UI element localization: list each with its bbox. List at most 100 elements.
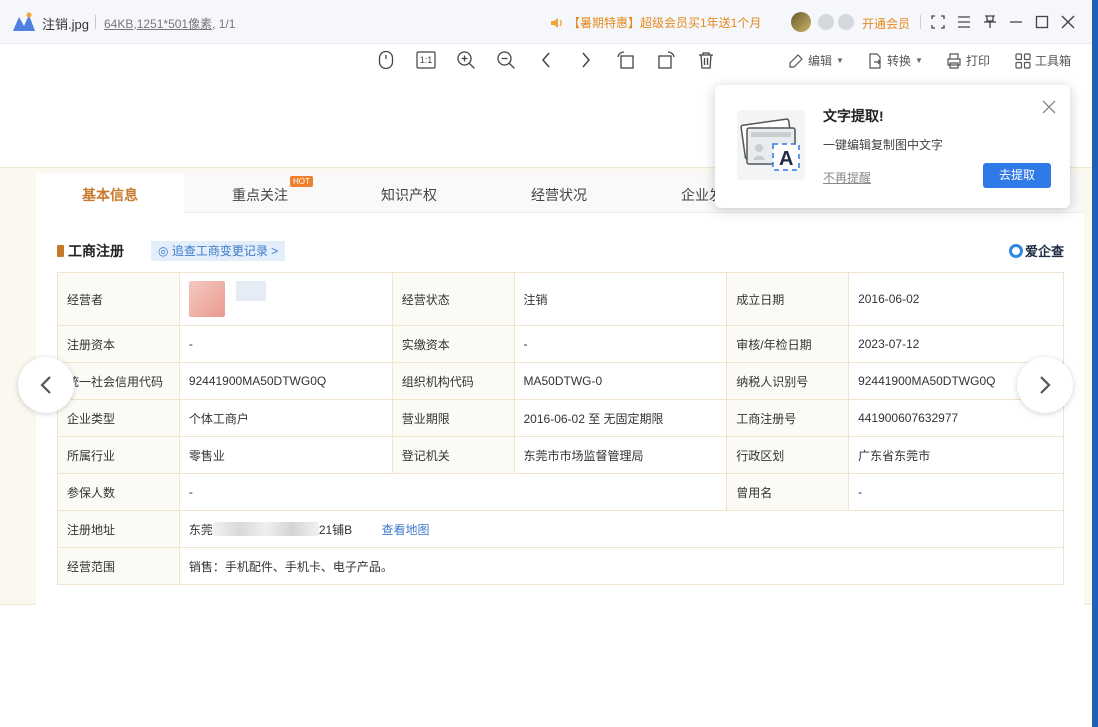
founded-value: 2016-06-02 (848, 272, 1064, 326)
popup-close-icon[interactable] (1042, 100, 1056, 114)
chevron-down-icon: ▼ (836, 56, 844, 65)
scope-value: 销售：手机配件、手机卡、电子产品。 (178, 547, 1065, 585)
pin-icon[interactable] (980, 12, 1000, 32)
file-name: 注销.jpg (42, 17, 89, 32)
redacted-avatar (188, 281, 225, 317)
file-size[interactable]: 64KB (104, 17, 133, 31)
term-label: 营业期限 (391, 399, 515, 437)
app-logo-icon (13, 12, 35, 31)
taxpayer-label: 纳税人识别号 (726, 362, 850, 400)
region-label: 行政区划 (726, 436, 850, 474)
founded-label: 成立日期 (726, 272, 850, 326)
delete-icon[interactable] (694, 48, 718, 72)
section-marker (57, 245, 64, 257)
reg-no-label: 工商注册号 (726, 399, 850, 437)
industry-value: 零售业 (178, 436, 393, 474)
company-info-panel: 基本信息 重点关注 HOT 知识产权 经营状况 企业发 工商注册 ◎ 追查工商变… (36, 173, 1084, 606)
operator-label: 经营者 (57, 272, 180, 326)
tab-key-attention[interactable]: 重点关注 (232, 185, 288, 205)
former-name-value: - (848, 473, 1064, 511)
mouse-mode-icon[interactable] (374, 48, 398, 72)
industry-label: 所属行业 (57, 436, 180, 474)
actual-size-button[interactable]: 1:1 (414, 48, 438, 72)
fullscreen-icon[interactable] (928, 12, 948, 32)
previous-icon[interactable] (534, 48, 558, 72)
company-type-value: 个体工商户 (178, 399, 393, 437)
member-shield-icon (838, 14, 854, 30)
popup-title: 文字提取! (823, 108, 884, 124)
trace-changes-link[interactable]: ◎ 追查工商变更记录 > (151, 241, 286, 261)
section-title-text: 工商注册 (68, 243, 124, 259)
zoom-out-icon[interactable] (494, 48, 518, 72)
print-button[interactable]: 打印 (946, 52, 990, 69)
tab-ip[interactable]: 知识产权 (381, 185, 437, 205)
next-icon[interactable] (574, 48, 598, 72)
title-bar: 注销.jpg 64KB,1251*501像素, 1/1 【暑期特惠】超级会员买1… (0, 0, 1092, 44)
section-title: 工商注册 (57, 241, 124, 261)
redacted-address (212, 522, 319, 537)
table-row: 经营范围 销售：手机配件、手机卡、电子产品。 (57, 547, 1065, 585)
aiqicha-logo-icon (1009, 243, 1023, 258)
title-divider-2 (920, 15, 921, 29)
capital-label: 注册资本 (57, 325, 180, 363)
extract-button[interactable]: 去提取 (983, 163, 1051, 188)
menu-icon[interactable] (954, 12, 974, 32)
maximize-icon[interactable] (1032, 12, 1052, 32)
table-row: 经营者 经营状态 注销 成立日期 2016-06-02 (57, 272, 1064, 326)
text-extraction-illustration-icon: A (737, 110, 805, 180)
convert-label: 转换 (887, 54, 912, 68)
image-viewer-window: 注销.jpg 64KB,1251*501像素, 1/1 【暑期特惠】超级会员买1… (0, 0, 1092, 727)
convert-icon (869, 52, 881, 69)
status-label: 经营状态 (391, 272, 515, 326)
insured-value: - (178, 473, 728, 511)
file-info: 64KB,1251*501像素, 1/1 (104, 15, 235, 32)
aiqicha-brand: 爱企查 (1025, 244, 1065, 259)
minimize-icon[interactable] (1006, 12, 1026, 32)
popup-description: 一键编辑复制图中文字 (823, 138, 944, 152)
dont-remind-link[interactable]: 不再提醒 (823, 169, 871, 186)
close-icon[interactable] (1058, 12, 1078, 32)
tab-basic-info[interactable]: 基本信息 (82, 185, 138, 205)
grid-icon (1015, 52, 1031, 69)
address-suffix: 21铺B (318, 522, 353, 537)
zoom-in-icon[interactable] (454, 48, 478, 72)
address-value: 东莞 21铺B 查看地图 (178, 510, 1065, 548)
insured-label: 参保人数 (57, 473, 180, 511)
view-map-link[interactable]: 查看地图 (382, 523, 430, 537)
page-count: , 1/1 (212, 17, 236, 31)
table-row: 企业类型 个体工商户 营业期限 2016-06-02 至 无固定期限 工商注册号… (57, 399, 1064, 437)
table-row: 注册资本 - 实缴资本 - 审核/年检日期 2023-07-12 (57, 325, 1064, 363)
next-image-button[interactable] (1017, 357, 1073, 413)
title-divider (95, 15, 96, 29)
rotate-left-icon[interactable] (614, 48, 638, 72)
toolbox-button[interactable]: 工具箱 (1015, 52, 1071, 69)
image-canvas: 基本信息 重点关注 HOT 知识产权 经营状况 企业发 工商注册 ◎ 追查工商变… (0, 167, 1092, 606)
status-value: 注销 (513, 272, 728, 326)
user-avatar[interactable] (791, 12, 811, 32)
tab-operations[interactable]: 经营状况 (531, 185, 587, 205)
capital-value: - (178, 325, 393, 363)
promo-banner[interactable]: 【暑期特惠】超级会员买1年送1个月 (550, 14, 761, 31)
credit-code-value: 92441900MA50DTWG0Q (178, 362, 393, 400)
image-dimensions[interactable]: 1251*501像素 (137, 17, 212, 31)
open-vip-link[interactable]: 开通会员 (862, 15, 910, 32)
target-icon: ◎ (158, 244, 172, 258)
review-date-value: 2023-07-12 (848, 325, 1064, 363)
previous-image-button[interactable] (18, 357, 74, 413)
edit-menu[interactable]: 编辑 ▼ (788, 52, 844, 69)
term-value: 2016-06-02 至 无固定期限 (513, 399, 728, 437)
credit-code-label: 统一社会信用代码 (57, 362, 180, 400)
registration-table: 经营者 经营状态 注销 成立日期 2016-06-02 注册资本 - 实缴资本 … (57, 272, 1065, 585)
convert-menu[interactable]: 转换 ▼ (867, 52, 923, 69)
toolbar: 1:1 编辑 ▼ 转换 ▼ 打印 工具箱 (0, 44, 1092, 76)
paid-capital-value: - (513, 325, 728, 363)
edit-label: 编辑 (808, 54, 833, 68)
aiqicha-logo: 爱企查 (1009, 241, 1064, 260)
chevron-down-icon: ▼ (915, 56, 923, 65)
authority-value: 东莞市市场监督管理局 (513, 436, 728, 474)
chevron-left-icon (40, 376, 51, 394)
rotate-right-icon[interactable] (654, 48, 678, 72)
paid-capital-label: 实缴资本 (391, 325, 515, 363)
table-row: 注册地址 东莞 21铺B 查看地图 (57, 510, 1065, 548)
printer-icon (947, 52, 961, 69)
